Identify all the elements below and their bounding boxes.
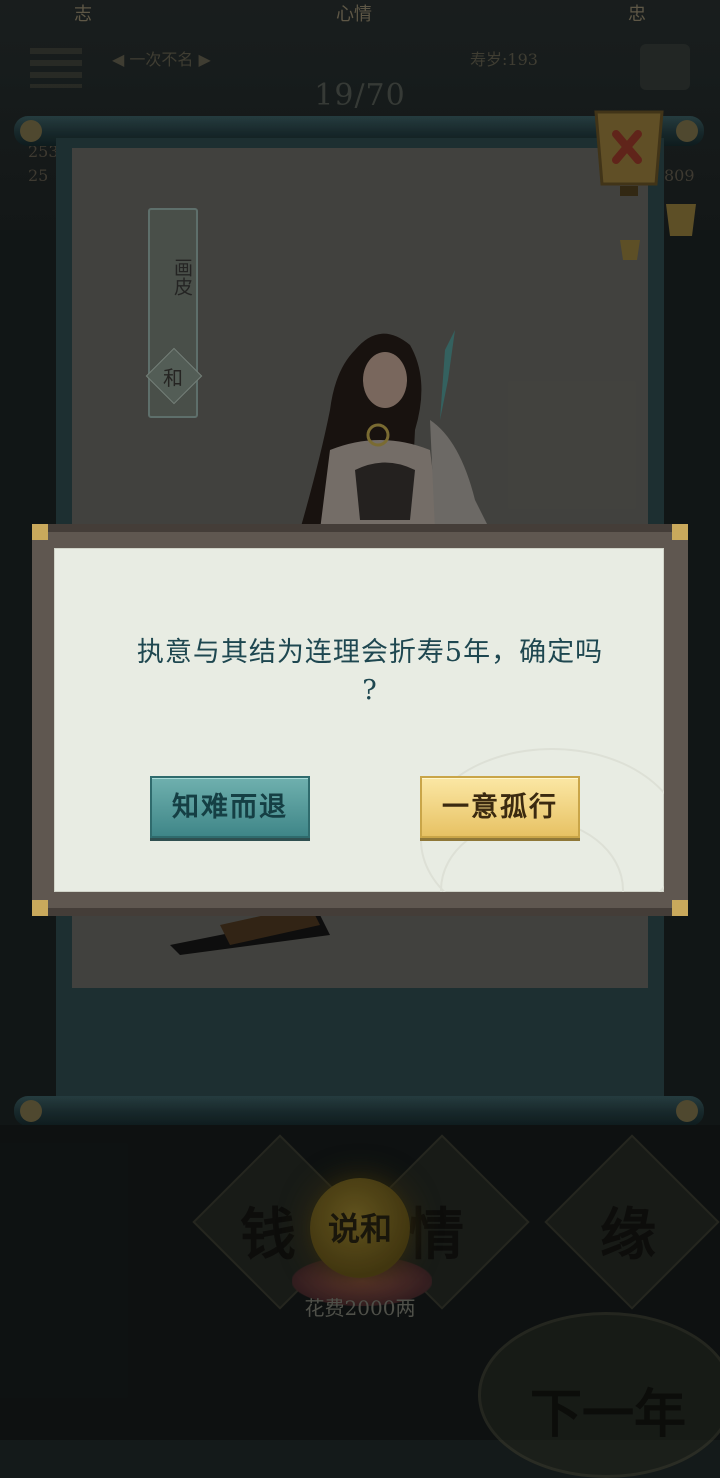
dialog-message-line2: ? xyxy=(362,675,378,706)
corner-ornament-icon xyxy=(672,900,688,916)
insist-button[interactable]: 一意孤行 xyxy=(420,776,580,838)
dialog-message: 执意与其结为连理会折寿5年，确定吗 ? xyxy=(110,634,630,710)
confirm-dialog xyxy=(54,548,664,892)
corner-ornament-icon xyxy=(32,524,48,540)
corner-ornament-icon xyxy=(672,524,688,540)
dialog-message-line1: 执意与其结为连理会折寿5年，确定吗 xyxy=(136,637,604,668)
corner-ornament-icon xyxy=(32,900,48,916)
retreat-button[interactable]: 知难而退 xyxy=(150,776,310,838)
